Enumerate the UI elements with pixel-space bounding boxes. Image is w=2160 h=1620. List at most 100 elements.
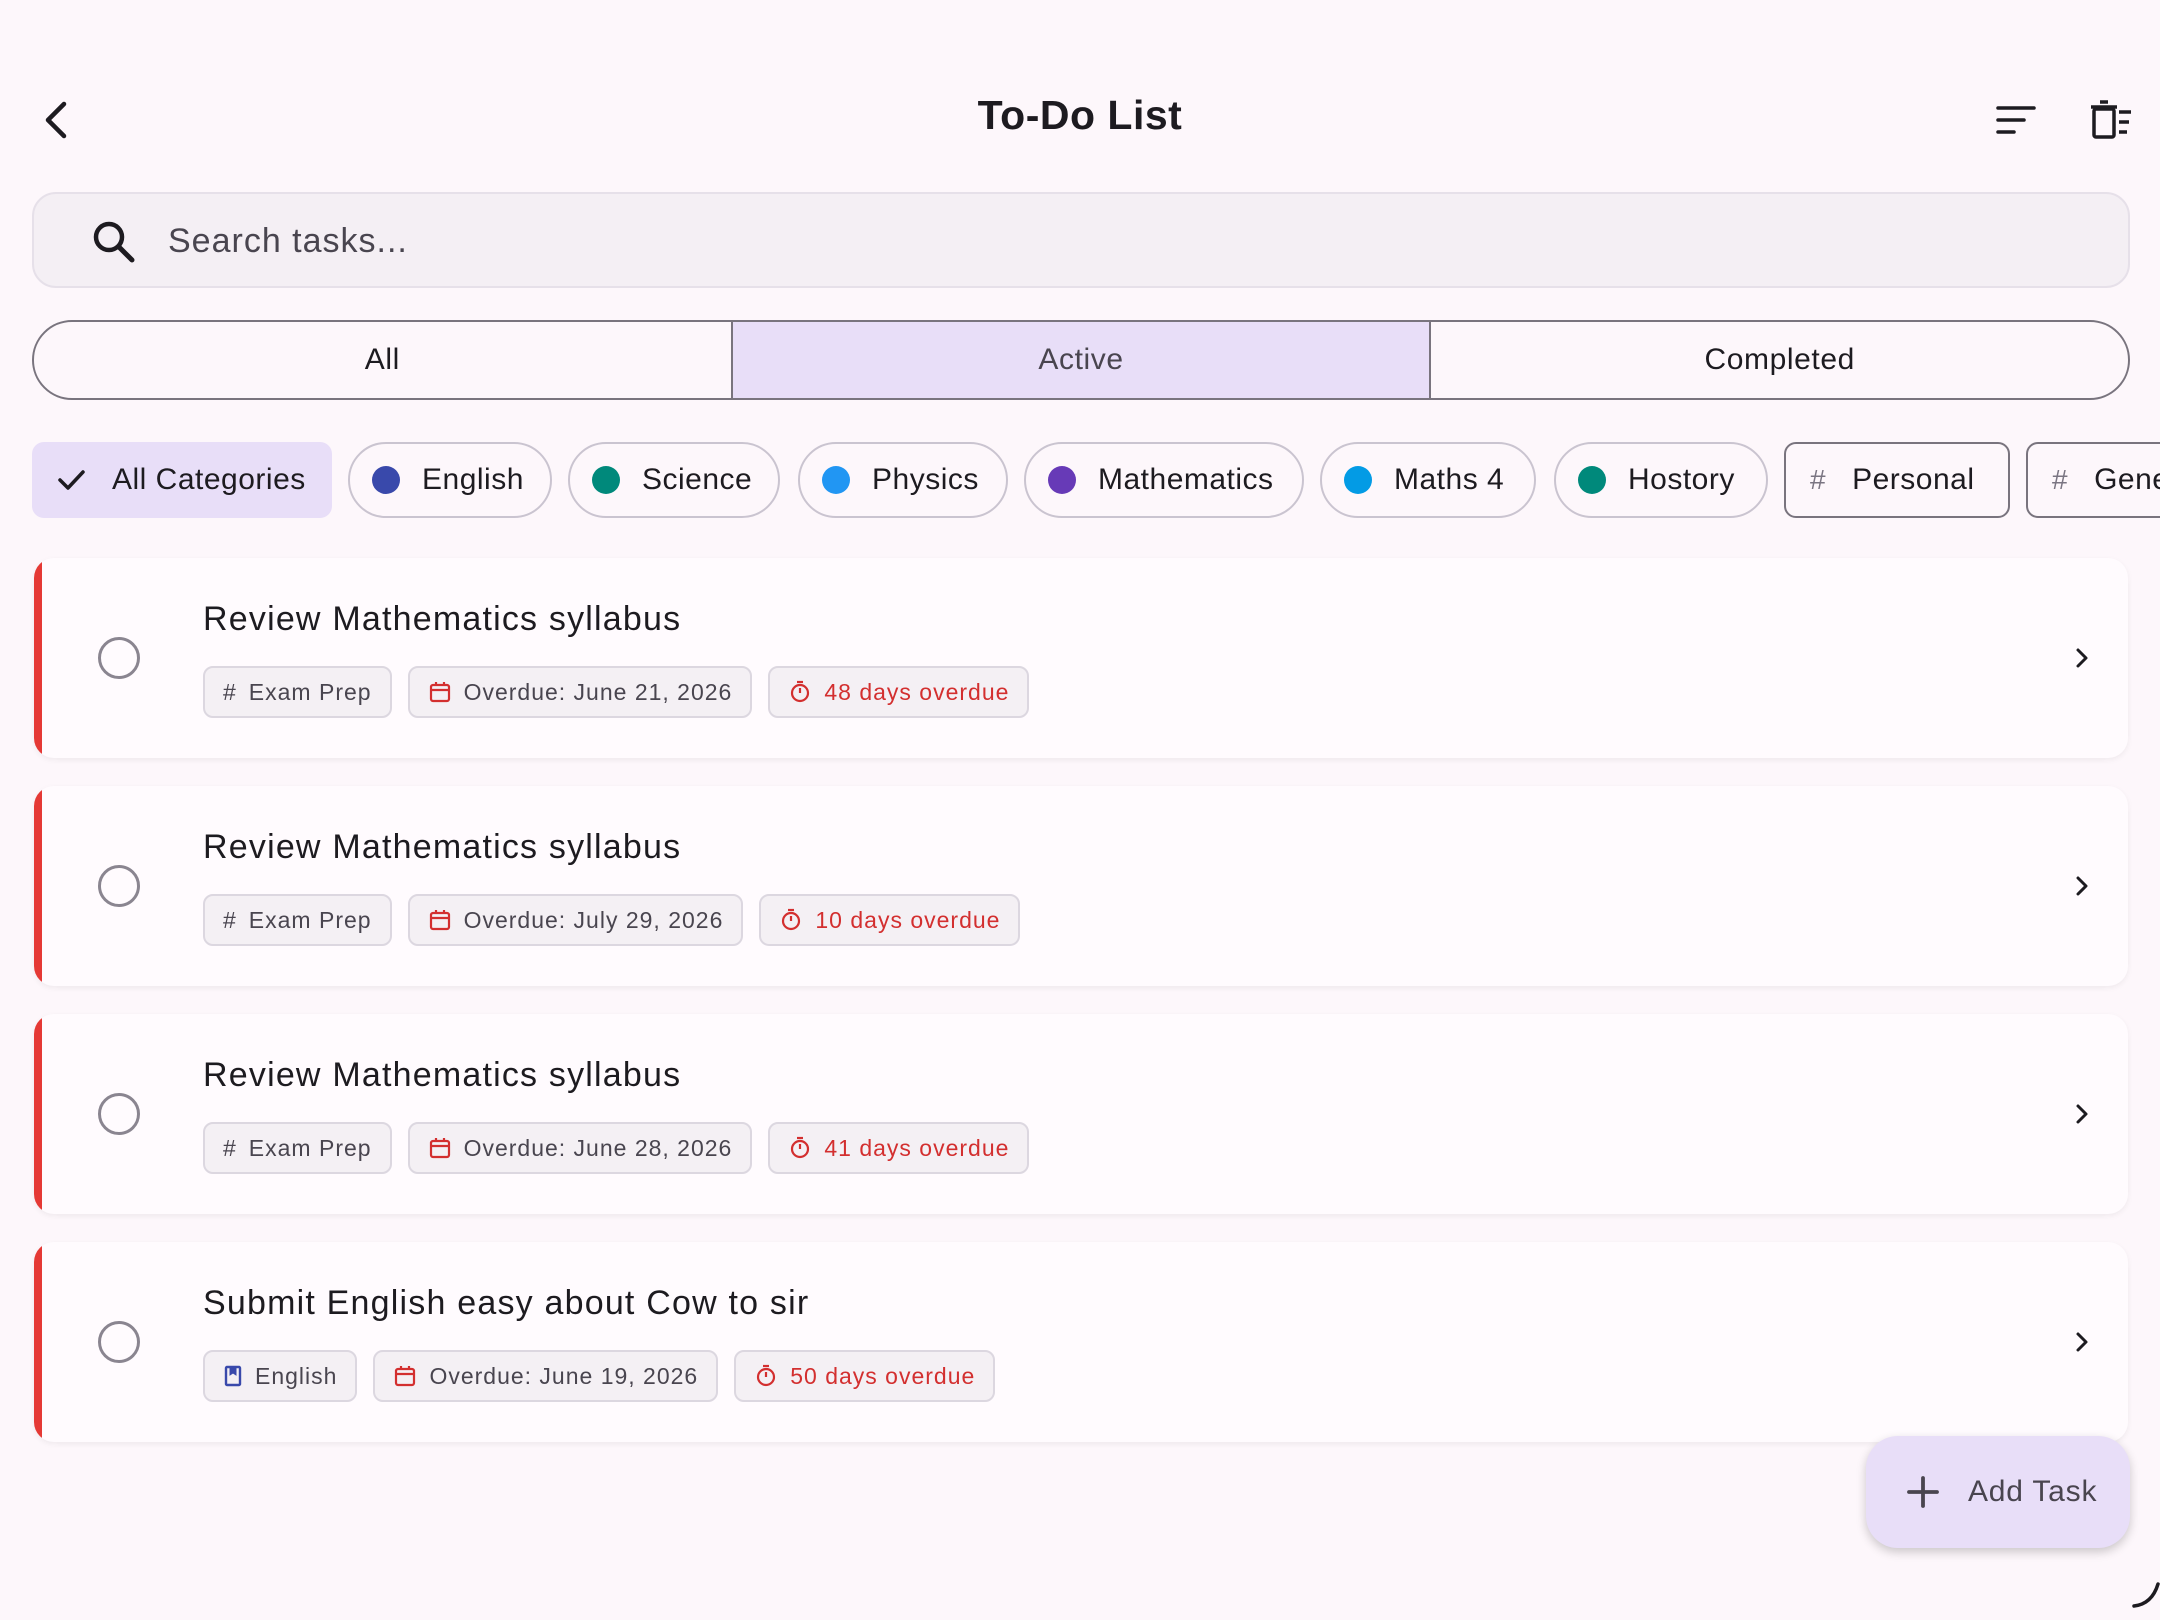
tab-all[interactable]: All <box>34 322 731 398</box>
overdue-stripe <box>34 1242 42 1442</box>
delete-sweep-icon <box>2091 100 2131 139</box>
chip-general[interactable]: # Gene <box>2026 442 2160 518</box>
chip-label: Mathematics <box>1098 463 1274 496</box>
category-tag: # Exam Prep <box>203 1122 392 1174</box>
category-tag: English <box>203 1350 358 1402</box>
overdue-label: 50 days overdue <box>790 1362 976 1389</box>
add-task-button[interactable]: Add Task <box>1866 1436 2130 1548</box>
calendar-icon <box>393 1364 417 1388</box>
chip-label: Personal <box>1852 463 1975 496</box>
overdue-tag: 41 days overdue <box>768 1122 1030 1174</box>
due-date-label: Overdue: June 28, 2026 <box>463 1134 733 1161</box>
category-filter-bar: All Categories English Science Physics M… <box>32 442 2160 520</box>
chip-label: Physics <box>872 463 979 496</box>
due-date-tag: Overdue: June 19, 2026 <box>373 1350 719 1402</box>
category-tag-label: Exam Prep <box>248 678 372 705</box>
timer-icon <box>788 1136 812 1160</box>
due-date-tag: Overdue: June 21, 2026 <box>407 666 753 718</box>
chip-science[interactable]: Science <box>568 442 780 518</box>
category-tag: # Exam Prep <box>203 666 392 718</box>
plus-icon <box>1906 1474 1942 1510</box>
due-date-label: Overdue: July 29, 2026 <box>463 906 724 933</box>
task-tags: # Exam Prep Overdue: June 28, 2026 41 da… <box>203 1122 1030 1174</box>
overdue-tag: 50 days overdue <box>734 1350 996 1402</box>
overdue-label: 41 days overdue <box>824 1134 1010 1161</box>
category-tag-label: Exam Prep <box>248 906 372 933</box>
search-bar[interactable] <box>32 192 2130 288</box>
clear-completed-button[interactable] <box>2082 90 2142 150</box>
chip-mathematics[interactable]: Mathematics <box>1024 442 1304 518</box>
chip-label: All Categories <box>112 463 306 496</box>
hash-icon: # <box>223 678 237 705</box>
chip-personal[interactable]: # Personal <box>1784 442 2010 518</box>
task-tags: English Overdue: June 19, 2026 50 days o… <box>203 1350 996 1402</box>
task-complete-checkbox[interactable] <box>98 637 140 679</box>
due-date-tag: Overdue: June 28, 2026 <box>407 1122 753 1174</box>
task-complete-checkbox[interactable] <box>98 1321 140 1363</box>
check-icon <box>56 464 88 496</box>
chip-label: Hostory <box>1628 463 1735 496</box>
chip-all-categories[interactable]: All Categories <box>32 442 332 518</box>
chip-label: Gene <box>2094 463 2160 496</box>
due-date-label: Overdue: June 19, 2026 <box>429 1362 699 1389</box>
add-task-label: Add Task <box>1968 1475 2098 1508</box>
task-tags: # Exam Prep Overdue: July 29, 2026 10 da… <box>203 894 1021 946</box>
overdue-stripe <box>34 558 42 758</box>
status-bar <box>0 0 2160 60</box>
timer-icon <box>788 680 812 704</box>
category-tag-label: Exam Prep <box>248 1134 372 1161</box>
hash-icon: # <box>223 906 237 933</box>
hash-icon: # <box>223 1134 237 1161</box>
task-complete-checkbox[interactable] <box>98 1093 140 1135</box>
chip-physics[interactable]: Physics <box>798 442 1008 518</box>
calendar-icon <box>428 1136 452 1160</box>
due-date-tag: Overdue: July 29, 2026 <box>407 894 744 946</box>
hash-icon: # <box>2052 464 2069 495</box>
overdue-tag: 10 days overdue <box>759 894 1021 946</box>
chevron-right-icon <box>2064 1096 2100 1132</box>
category-color-dot <box>592 466 620 494</box>
chip-label: Science <box>642 463 753 496</box>
due-date-label: Overdue: June 21, 2026 <box>463 678 733 705</box>
book-icon <box>223 1364 243 1388</box>
resize-handle-icon <box>2132 1582 2160 1608</box>
page-title: To-Do List <box>977 92 1183 138</box>
hash-icon: # <box>1810 464 1827 495</box>
category-color-dot <box>1578 466 1606 494</box>
search-input[interactable] <box>168 208 2068 274</box>
category-tag: # Exam Prep <box>203 894 392 946</box>
chip-hostory[interactable]: Hostory <box>1554 442 1768 518</box>
chip-english[interactable]: English <box>348 442 552 518</box>
task-complete-checkbox[interactable] <box>98 865 140 907</box>
task-title: Submit English easy about Cow to sir <box>203 1284 810 1322</box>
tab-completed[interactable]: Completed <box>1429 322 2128 398</box>
task-card[interactable]: Review Mathematics syllabus # Exam Prep … <box>34 558 2128 758</box>
category-tag-label: English <box>255 1362 338 1389</box>
sort-icon <box>1996 106 2036 134</box>
overdue-label: 48 days overdue <box>824 678 1010 705</box>
category-color-dot <box>822 466 850 494</box>
tab-active[interactable]: Active <box>730 322 1430 398</box>
category-color-dot <box>372 466 400 494</box>
chip-maths-4[interactable]: Maths 4 <box>1320 442 1536 518</box>
task-title: Review Mathematics syllabus <box>203 600 682 638</box>
chevron-right-icon <box>2064 868 2100 904</box>
task-title: Review Mathematics syllabus <box>203 1056 682 1094</box>
task-card[interactable]: Review Mathematics syllabus # Exam Prep … <box>34 786 2128 986</box>
calendar-icon <box>428 908 452 932</box>
overdue-tag: 48 days overdue <box>768 666 1030 718</box>
task-card[interactable]: Review Mathematics syllabus # Exam Prep … <box>34 1014 2128 1214</box>
task-card[interactable]: Submit English easy about Cow to sir Eng… <box>34 1242 2128 1442</box>
timer-icon <box>754 1364 778 1388</box>
overdue-stripe <box>34 786 42 986</box>
status-filter: All Active Completed <box>32 320 2130 400</box>
calendar-icon <box>428 680 452 704</box>
chip-label: English <box>422 463 524 496</box>
app-bar: To-Do List <box>0 60 2160 180</box>
sort-button[interactable] <box>1986 90 2046 150</box>
overdue-label: 10 days overdue <box>815 906 1001 933</box>
category-color-dot <box>1048 466 1076 494</box>
overdue-stripe <box>34 1014 42 1214</box>
task-title: Review Mathematics syllabus <box>203 828 682 866</box>
timer-icon <box>779 908 803 932</box>
